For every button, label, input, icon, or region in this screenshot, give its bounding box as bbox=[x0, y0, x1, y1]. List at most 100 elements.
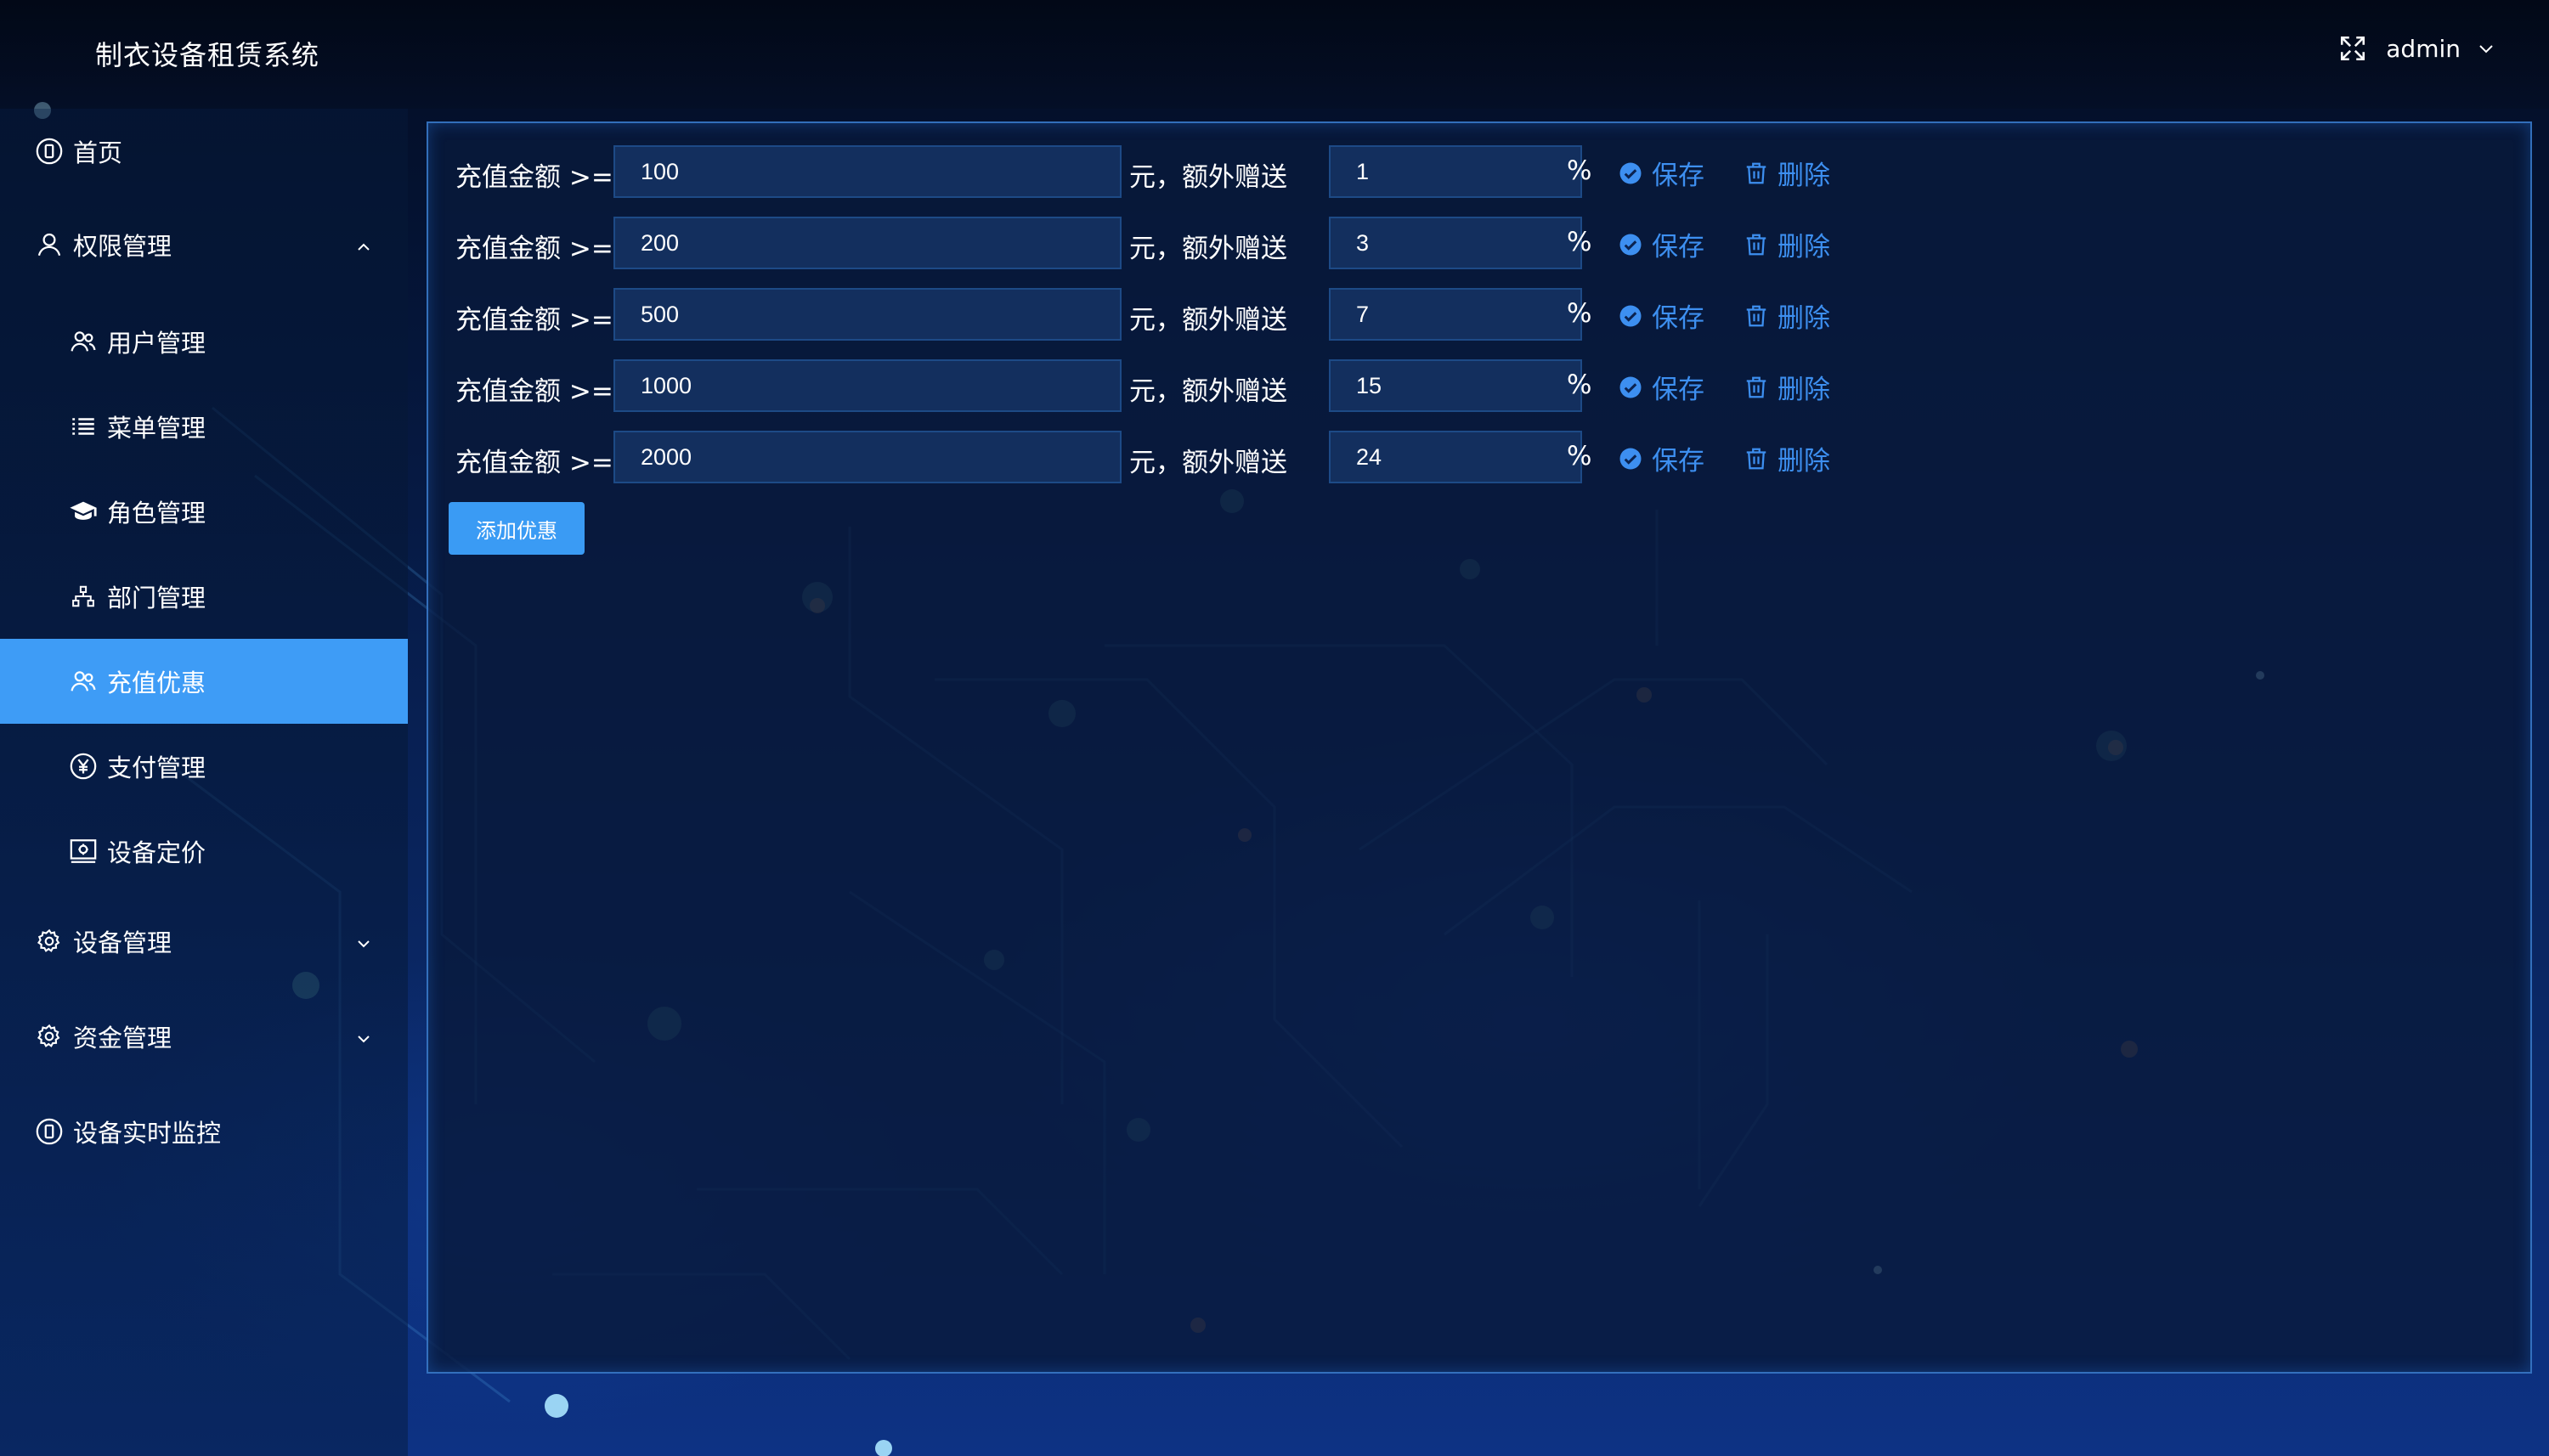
sidebar-item-home[interactable]: 首页 bbox=[0, 109, 408, 194]
sidebar-item-device-pricing[interactable]: 设备定价 bbox=[0, 809, 408, 894]
sidebar-item-recharge-discount[interactable]: 充值优惠 bbox=[0, 639, 408, 724]
trash-icon bbox=[1746, 376, 1766, 398]
recharge-amount-input[interactable] bbox=[613, 145, 1122, 198]
sidebar-item-label: 充值优惠 bbox=[107, 669, 206, 697]
save-button[interactable]: 保存 bbox=[1618, 368, 1704, 406]
delete-label: 删除 bbox=[1778, 303, 1830, 334]
recharge-amount-input[interactable] bbox=[613, 288, 1122, 341]
bonus-label: 元，额外赠送 bbox=[1129, 448, 1287, 478]
graduation-cap-icon bbox=[68, 496, 99, 527]
sidebar-item-label: 部门管理 bbox=[107, 584, 206, 612]
sidebar-item-fund-management[interactable]: 资金管理 bbox=[0, 994, 408, 1079]
org-chart-icon bbox=[68, 581, 99, 612]
tablet-icon bbox=[34, 136, 65, 166]
chevron-down-icon bbox=[353, 931, 374, 951]
gear-icon bbox=[34, 1021, 65, 1052]
sidebar-item-label: 权限管理 bbox=[73, 232, 172, 261]
user-menu[interactable]: admin bbox=[2386, 35, 2496, 63]
percent-unit: % bbox=[1567, 441, 1592, 471]
gear-icon bbox=[34, 926, 65, 957]
save-button[interactable]: 保存 bbox=[1618, 225, 1704, 263]
delete-button[interactable]: 删除 bbox=[1744, 439, 1830, 477]
delete-button[interactable]: 删除 bbox=[1744, 296, 1830, 335]
chevron-down-icon bbox=[2476, 38, 2496, 59]
delete-label: 删除 bbox=[1778, 161, 1830, 191]
bonus-percent-input[interactable] bbox=[1329, 217, 1582, 269]
check-circle-icon bbox=[1619, 376, 1642, 398]
sidebar-item-menus[interactable]: 菜单管理 bbox=[0, 384, 408, 469]
check-circle-icon bbox=[1619, 305, 1642, 326]
delete-button[interactable]: 删除 bbox=[1744, 225, 1830, 263]
bonus-percent-input[interactable] bbox=[1329, 288, 1582, 341]
add-discount-button[interactable]: 添加优惠 bbox=[449, 502, 585, 555]
percent-unit: % bbox=[1567, 298, 1592, 329]
trash-icon bbox=[1746, 448, 1766, 469]
sidebar-item-label: 角色管理 bbox=[107, 499, 206, 528]
delete-label: 删除 bbox=[1778, 375, 1830, 405]
sidebar-item-roles[interactable]: 角色管理 bbox=[0, 469, 408, 554]
bonus-percent-input[interactable] bbox=[1329, 359, 1582, 412]
username: admin bbox=[2386, 34, 2461, 63]
amount-threshold-label: 充值金额 >= bbox=[455, 305, 613, 336]
sidebar-item-label: 设备定价 bbox=[107, 838, 206, 867]
check-circle-icon bbox=[1619, 162, 1642, 183]
percent-unit: % bbox=[1567, 227, 1592, 257]
yen-icon bbox=[68, 751, 99, 782]
save-label: 保存 bbox=[1652, 303, 1704, 334]
header-actions: admin bbox=[2338, 34, 2496, 63]
amount-threshold-label: 充值金额 >= bbox=[455, 234, 613, 264]
delete-label: 删除 bbox=[1778, 446, 1830, 477]
sidebar-item-label: 资金管理 bbox=[73, 1024, 172, 1052]
trash-icon bbox=[1746, 162, 1766, 183]
sidebar-item-payments[interactable]: 支付管理 bbox=[0, 724, 408, 809]
sidebar-item-departments[interactable]: 部门管理 bbox=[0, 554, 408, 639]
amount-threshold-label: 充值金额 >= bbox=[455, 162, 613, 193]
sidebar-item-device-management[interactable]: 设备管理 bbox=[0, 899, 408, 984]
user-icon bbox=[34, 229, 65, 260]
save-label: 保存 bbox=[1652, 446, 1704, 477]
bonus-label: 元，额外赠送 bbox=[1129, 162, 1287, 193]
sidebar-item-users[interactable]: 用户管理 bbox=[0, 299, 408, 384]
save-button[interactable]: 保存 bbox=[1618, 439, 1704, 477]
recharge-amount-input[interactable] bbox=[613, 217, 1122, 269]
bonus-percent-input[interactable] bbox=[1329, 431, 1582, 483]
recharge-discount-panel: 充值金额 >= 元，额外赠送 % 保存 删除 充值金额 >= 元，额外赠送 % … bbox=[427, 121, 2532, 1374]
save-button[interactable]: 保存 bbox=[1618, 296, 1704, 335]
recharge-amount-input[interactable] bbox=[613, 359, 1122, 412]
sidebar-item-permissions[interactable]: 权限管理 bbox=[0, 202, 408, 287]
sidebar-item-label: 设备实时监控 bbox=[73, 1119, 222, 1148]
save-button[interactable]: 保存 bbox=[1618, 154, 1704, 192]
sidebar-item-label: 支付管理 bbox=[107, 753, 206, 782]
sidebar-item-realtime-monitoring[interactable]: 设备实时监控 bbox=[0, 1089, 408, 1174]
sidebar-item-label: 设备管理 bbox=[73, 928, 172, 957]
recharge-amount-input[interactable] bbox=[613, 431, 1122, 483]
sidebar: 首页 权限管理 用户管理 菜单管理 角色管理 部门管理 充值优惠 支付管理 设备… bbox=[0, 109, 408, 1456]
users-icon bbox=[68, 326, 99, 357]
chevron-down-icon bbox=[353, 1026, 374, 1047]
percent-unit: % bbox=[1567, 370, 1592, 400]
save-label: 保存 bbox=[1652, 375, 1704, 405]
fullscreen-icon[interactable] bbox=[2338, 34, 2367, 63]
list-icon bbox=[68, 411, 99, 442]
bonus-label: 元，额外赠送 bbox=[1129, 234, 1287, 264]
check-circle-icon bbox=[1619, 234, 1642, 255]
sidebar-item-label: 首页 bbox=[73, 138, 123, 167]
delete-button[interactable]: 删除 bbox=[1744, 368, 1830, 406]
sidebar-item-label: 用户管理 bbox=[107, 329, 206, 358]
save-label: 保存 bbox=[1652, 232, 1704, 262]
amount-threshold-label: 充值金额 >= bbox=[455, 448, 613, 478]
users-icon bbox=[68, 666, 99, 697]
percent-unit: % bbox=[1567, 155, 1592, 186]
tablet-icon bbox=[34, 1116, 65, 1147]
app-title: 制衣设备租赁系统 bbox=[95, 39, 320, 71]
bonus-percent-input[interactable] bbox=[1329, 145, 1582, 198]
save-label: 保存 bbox=[1652, 161, 1704, 191]
top-header: 制衣设备租赁系统 admin bbox=[0, 0, 2549, 109]
trash-icon bbox=[1746, 305, 1766, 326]
amount-threshold-label: 充值金额 >= bbox=[455, 376, 613, 407]
check-circle-icon bbox=[1619, 448, 1642, 469]
bonus-label: 元，额外赠送 bbox=[1129, 376, 1287, 407]
delete-label: 删除 bbox=[1778, 232, 1830, 262]
trash-icon bbox=[1746, 234, 1766, 255]
delete-button[interactable]: 删除 bbox=[1744, 154, 1830, 192]
